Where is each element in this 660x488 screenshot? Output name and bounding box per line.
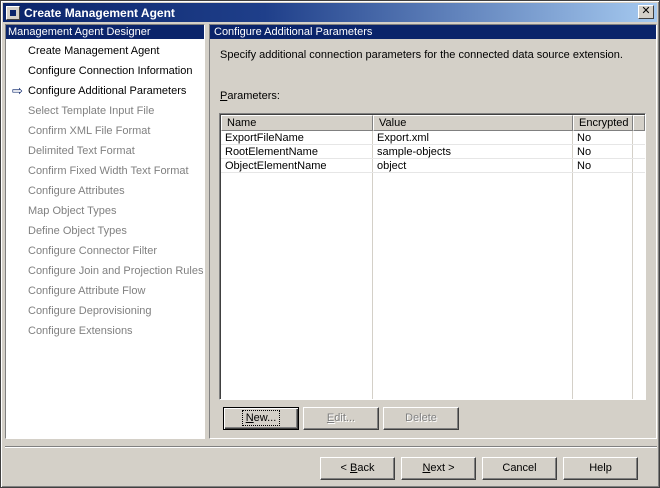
column-header-name[interactable]: Name [221, 115, 373, 131]
step-create-management-agent[interactable]: Create Management Agent [6, 41, 204, 61]
cancel-button[interactable]: Cancel [482, 457, 557, 480]
step-label: Confirm XML File Format [28, 125, 151, 137]
step-configure-deprovisioning: Configure Deprovisioning [6, 301, 204, 321]
step-configure-connection-information[interactable]: Configure Connection Information [6, 61, 204, 81]
table-cell: No [577, 146, 592, 158]
table-row[interactable]: ExportFileName Export.xml No [221, 131, 645, 145]
back-button[interactable]: < Back [320, 457, 395, 480]
table-row[interactable]: ObjectElementName object No [221, 159, 645, 173]
table-cell: Export.xml [377, 132, 429, 144]
step-label: Configure Connector Filter [28, 245, 158, 257]
delete-parameter-button[interactable]: Delete [383, 407, 459, 430]
step-configure-additional-parameters[interactable]: ⇨ Configure Additional Parameters [6, 81, 204, 101]
title-bar[interactable]: Create Management Agent ✕ [3, 3, 657, 22]
step-configure-extensions: Configure Extensions [6, 321, 204, 341]
step-map-object-types: Map Object Types [6, 201, 204, 221]
edit-rest: dit... [334, 412, 356, 424]
edit-parameter-button[interactable]: Edit... [303, 407, 379, 430]
step-confirm-xml-file-format: Confirm XML File Format [6, 121, 204, 141]
step-label: Map Object Types [28, 205, 117, 217]
new-parameter-button[interactable]: New... [223, 407, 299, 430]
next-button[interactable]: Next > [401, 457, 476, 480]
parameters-label-rest: arameters: [227, 90, 280, 102]
step-configure-join-and-projection-rules: Configure Join and Projection Rules [6, 261, 204, 281]
table-cell: sample-objects [377, 146, 451, 158]
parameters-pane: Configure Additional Parameters Specify … [209, 24, 657, 439]
dialog-window: Create Management Agent ✕ Management Age… [0, 0, 660, 488]
current-step-arrow-icon: ⇨ [12, 83, 23, 98]
column-header-encrypted[interactable]: Encrypted [573, 115, 633, 131]
table-cell: ExportFileName [225, 132, 304, 144]
back-rest: ack [357, 462, 375, 474]
step-configure-attributes: Configure Attributes [6, 181, 204, 201]
step-label: Configure Additional Parameters [28, 85, 187, 97]
table-cell: RootElementName [225, 146, 318, 158]
step-label: Configure Connection Information [28, 65, 193, 77]
step-label: Configure Deprovisioning [28, 305, 152, 317]
step-confirm-fixed-width-text-format: Confirm Fixed Width Text Format [6, 161, 204, 181]
designer-steps-header: Management Agent Designer [6, 25, 204, 39]
step-select-template-input-file: Select Template Input File [6, 101, 204, 121]
step-label: Delimited Text Format [28, 145, 135, 157]
app-icon [6, 5, 20, 20]
step-label: Configure Attributes [28, 185, 125, 197]
designer-steps-pane: Management Agent Designer Create Managem… [5, 24, 205, 439]
parameters-table-body: ExportFileName Export.xml No RootElementNam… [221, 131, 645, 399]
new-button-label: New... [241, 410, 281, 426]
step-label: Configure Attribute Flow [28, 285, 146, 297]
table-cell: ObjectElementName [225, 160, 327, 172]
step-delimited-text-format: Delimited Text Format [6, 141, 204, 161]
step-label: Create Management Agent [28, 45, 160, 57]
close-icon: ✕ [641, 5, 651, 17]
new-rest: ew... [253, 412, 277, 424]
step-label: Configure Extensions [28, 325, 133, 337]
page-description: Specify additional connection parameters… [220, 49, 623, 61]
step-configure-connector-filter: Configure Connector Filter [6, 241, 204, 261]
column-header-filler [633, 115, 645, 131]
step-label: Define Object Types [28, 225, 127, 237]
step-define-object-types: Define Object Types [6, 221, 204, 241]
back-prefix: < [340, 462, 350, 474]
table-cell: No [577, 132, 592, 144]
footer-separator [5, 446, 657, 448]
parameters-table[interactable]: Name Value Encrypted ExportFileName Expor… [219, 113, 646, 400]
parameters-label: Parameters: [220, 90, 280, 102]
designer-steps-list: Create Management Agent Configure Connect… [6, 39, 204, 341]
step-label: Select Template Input File [28, 105, 155, 117]
window-title: Create Management Agent [24, 5, 175, 20]
step-label: Configure Join and Projection Rules [28, 265, 204, 277]
step-configure-attribute-flow: Configure Attribute Flow [6, 281, 204, 301]
next-rest: ext > [430, 462, 455, 474]
column-header-value[interactable]: Value [373, 115, 573, 131]
table-row[interactable]: RootElementName sample-objects No [221, 145, 645, 159]
page-title: Configure Additional Parameters [210, 25, 656, 39]
help-button[interactable]: Help [563, 457, 638, 480]
step-label: Confirm Fixed Width Text Format [28, 165, 189, 177]
new-accel: N [245, 412, 254, 424]
parameters-table-header: Name Value Encrypted [221, 115, 645, 131]
table-cell: object [377, 160, 407, 172]
close-button[interactable]: ✕ [638, 5, 654, 19]
table-cell: No [577, 160, 592, 172]
